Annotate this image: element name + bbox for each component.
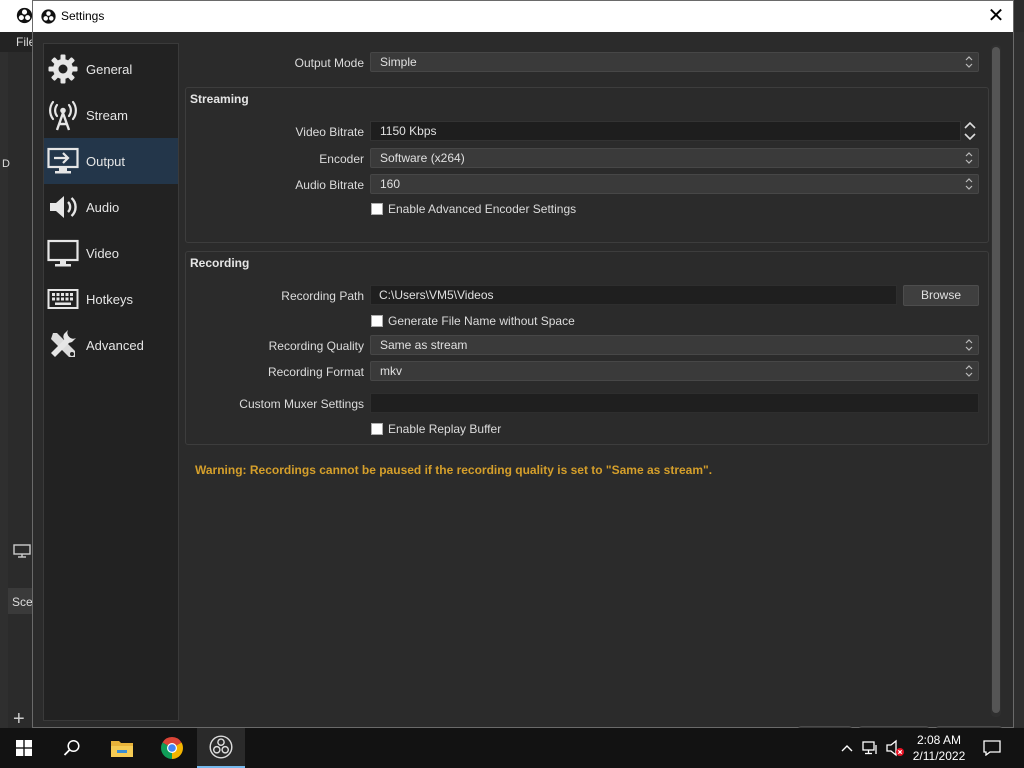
recording-quality-value: Same as stream	[380, 338, 468, 352]
nav-label-hotkeys: Hotkeys	[86, 291, 133, 307]
windows-start-icon[interactable]	[0, 728, 48, 768]
advanced-encoder-checkbox-row[interactable]: Enable Advanced Encoder Settings	[371, 202, 576, 216]
add-scene-icon[interactable]: +	[13, 709, 25, 729]
recording-group-title: Recording	[190, 256, 250, 270]
updown-arrows-icon	[965, 152, 973, 164]
custom-muxer-label: Custom Muxer Settings	[239, 397, 364, 411]
obs-logo-icon	[41, 9, 56, 24]
advanced-encoder-label: Enable Advanced Encoder Settings	[388, 202, 577, 216]
tray-date: 2/11/2022	[912, 749, 966, 763]
gear-icon	[46, 52, 80, 86]
replay-buffer-checkbox-row[interactable]: Enable Replay Buffer	[371, 422, 501, 436]
recording-quality-label: Recording Quality	[268, 339, 364, 353]
settings-dialog: Settings ✕ General Stream Output Audio V…	[32, 0, 1014, 740]
output-mode-select[interactable]: Simple	[370, 52, 979, 72]
notification-icon[interactable]	[978, 728, 1006, 768]
no-space-checkbox[interactable]	[371, 315, 383, 327]
nav-label-stream: Stream	[86, 107, 128, 123]
windows-taskbar: 2:08 AM 2/11/2022	[0, 728, 1024, 768]
encoder-select[interactable]: Software (x264)	[370, 148, 979, 168]
updown-arrows-icon	[965, 365, 973, 377]
nav-item-hotkeys[interactable]: Hotkeys	[44, 276, 178, 322]
obs-logo-icon	[16, 7, 33, 24]
browse-button[interactable]: Browse	[903, 285, 979, 306]
file-explorer-icon[interactable]	[98, 728, 146, 768]
custom-muxer-input[interactable]	[370, 393, 979, 413]
video-bitrate-value: 1150 Kbps	[380, 124, 437, 138]
dialog-title: Settings	[61, 9, 105, 23]
output-monitor-icon	[46, 144, 80, 178]
recording-format-select[interactable]: mkv	[370, 361, 979, 381]
nav-item-output[interactable]: Output	[44, 138, 178, 184]
recording-format-label: Recording Format	[267, 365, 364, 379]
monitor-icon[interactable]	[13, 544, 31, 558]
audio-bitrate-label: Audio Bitrate	[295, 178, 364, 192]
nav-label-general: General	[86, 61, 133, 77]
obs-icon[interactable]	[197, 728, 245, 768]
antenna-icon	[46, 98, 80, 132]
speaker-icon	[46, 190, 80, 224]
recording-warning: Warning: Recordings cannot be paused if …	[195, 463, 713, 477]
no-space-label: Generate File Name without Space	[388, 314, 575, 328]
nav-item-video[interactable]: Video	[44, 230, 178, 276]
encoder-label: Encoder	[319, 152, 364, 166]
settings-scrollbar[interactable]	[991, 45, 1001, 717]
dialog-titlebar: Settings ✕	[33, 1, 1013, 32]
obs-left-label: D	[2, 158, 10, 170]
replay-buffer-label: Enable Replay Buffer	[388, 422, 502, 436]
scrollbar-thumb[interactable]	[992, 47, 1000, 713]
nav-label-advanced: Advanced	[86, 337, 144, 353]
output-mode-label: Output Mode	[294, 56, 364, 70]
tools-icon	[46, 328, 80, 362]
nav-label-audio: Audio	[86, 199, 120, 215]
streaming-group-title: Streaming	[190, 92, 249, 106]
search-icon[interactable]	[48, 728, 96, 768]
settings-nav: General Stream Output Audio Video Hotkey…	[43, 43, 179, 721]
recording-quality-select[interactable]: Same as stream	[370, 335, 979, 355]
output-mode-value: Simple	[380, 55, 417, 69]
chrome-icon[interactable]	[148, 728, 196, 768]
replay-buffer-checkbox[interactable]	[371, 423, 383, 435]
monitor-icon	[46, 236, 80, 270]
obs-right-panel	[1014, 32, 1024, 728]
updown-arrows-icon	[965, 178, 973, 190]
chevron-up-icon[interactable]	[838, 728, 856, 768]
close-button[interactable]: ✕	[979, 3, 1013, 30]
video-bitrate-label: Video Bitrate	[295, 125, 365, 139]
nav-item-advanced[interactable]: Advanced	[44, 322, 178, 368]
obs-left-panel	[0, 52, 8, 728]
recording-path-value: C:\Users\VM5\Videos	[379, 288, 494, 302]
nav-label-video: Video	[86, 245, 120, 261]
audio-bitrate-value: 160	[380, 177, 401, 191]
nav-item-stream[interactable]: Stream	[44, 92, 178, 138]
nav-item-general[interactable]: General	[44, 46, 178, 92]
keyboard-icon	[46, 282, 80, 316]
encoder-value: Software (x264)	[380, 151, 465, 165]
video-bitrate-spin-buttons[interactable]	[962, 121, 978, 141]
no-space-checkbox-row[interactable]: Generate File Name without Space	[371, 314, 575, 328]
recording-format-value: mkv	[380, 364, 402, 378]
tray-clock[interactable]: 2:08 AM 2/11/2022	[908, 732, 970, 764]
volume-muted-icon[interactable]	[884, 728, 906, 768]
recording-path-input[interactable]: C:\Users\VM5\Videos	[370, 285, 897, 305]
nav-label-output: Output	[86, 153, 126, 169]
updown-arrows-icon	[965, 56, 973, 68]
advanced-encoder-checkbox[interactable]	[371, 203, 383, 215]
recording-path-label: Recording Path	[281, 289, 364, 303]
updown-arrows-icon	[965, 339, 973, 351]
video-bitrate-input[interactable]: 1150 Kbps	[370, 121, 961, 141]
nav-item-audio[interactable]: Audio	[44, 184, 178, 230]
network-icon[interactable]	[860, 728, 882, 768]
audio-bitrate-select[interactable]: 160	[370, 174, 979, 194]
tray-time: 2:08 AM	[916, 733, 962, 747]
